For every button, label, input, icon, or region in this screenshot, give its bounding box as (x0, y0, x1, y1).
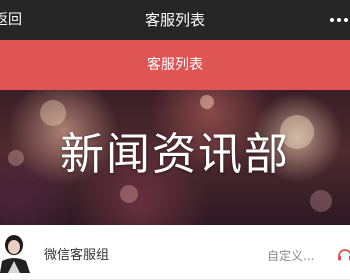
headset-icon[interactable] (337, 247, 350, 263)
list-item-name: 微信客服组 (44, 248, 110, 263)
bokeh-light (120, 185, 138, 203)
top-navigation-bar: 返回 客服列表 (0, 0, 350, 40)
department-banner: 新闻资讯部 (0, 90, 350, 225)
bokeh-light (200, 95, 214, 109)
list-item[interactable]: 微信客服组 自定义... (0, 225, 350, 280)
bokeh-light (310, 190, 332, 212)
section-header: 客服列表 (0, 40, 350, 90)
avatar (0, 233, 34, 273)
more-options-icon[interactable] (330, 13, 348, 27)
list-item-description: 自定义... (267, 249, 315, 263)
page-title: 客服列表 (144, 11, 205, 29)
banner-title: 新闻资讯部 (60, 129, 290, 180)
